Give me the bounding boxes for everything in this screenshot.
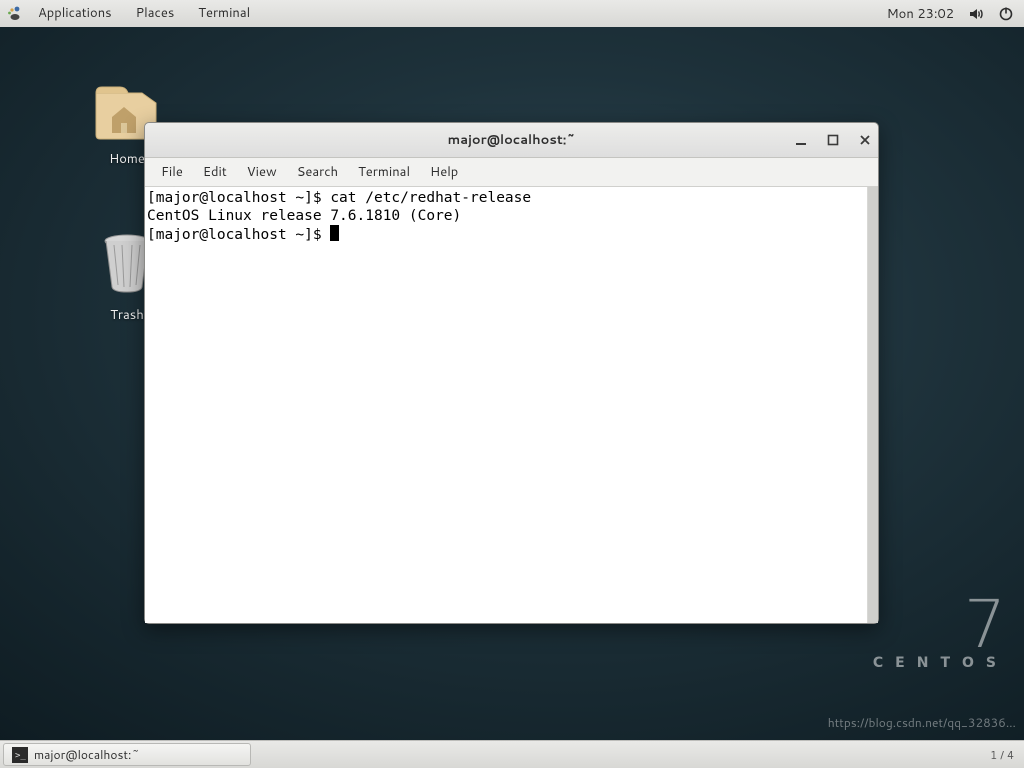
terminal-window: major@localhost:~ File Edit View Search … [144, 122, 879, 624]
terminal-scrollthumb[interactable] [868, 187, 878, 623]
menu-terminal[interactable]: Terminal [186, 0, 262, 27]
terminal-scrollbar[interactable] [867, 187, 878, 623]
clock-label[interactable]: Mon 23:02 [887, 5, 954, 23]
window-title: major@localhost:~ [448, 131, 576, 149]
menu-terminal[interactable]: Terminal [348, 158, 420, 186]
gnome-topbar: Applications Places Terminal Mon 23:02 [0, 0, 1024, 28]
workspace-indicator[interactable]: 1 / 4 [980, 747, 1024, 763]
menu-help[interactable]: Help [420, 158, 468, 186]
menu-view[interactable]: View [237, 158, 287, 186]
terminal-icon: >_ [12, 747, 28, 763]
volume-icon[interactable] [968, 6, 984, 22]
menu-search[interactable]: Search [287, 158, 348, 186]
menu-edit[interactable]: Edit [193, 158, 237, 186]
terminal-body[interactable]: [major@localhost ~]$ cat /etc/redhat-rel… [145, 187, 878, 623]
taskbar-app-terminal[interactable]: >_ major@localhost:~ [3, 743, 251, 766]
menu-file[interactable]: File [151, 158, 193, 186]
terminal-line: CentOS Linux release 7.6.1810 (Core) [147, 208, 461, 224]
gnome-taskbar: >_ major@localhost:~ 1 / 4 [0, 740, 1024, 768]
centos-brand: 7 CENTOS [873, 586, 1008, 671]
watermark-text: https://blog.csdn.net/qq_32836… [828, 714, 1016, 731]
window-close-button[interactable] [858, 133, 872, 147]
menu-applications[interactable]: Applications [26, 0, 124, 27]
window-minimize-button[interactable] [794, 133, 808, 147]
window-maximize-button[interactable] [826, 133, 840, 147]
terminal-menubar: File Edit View Search Terminal Help [145, 158, 878, 187]
gnome-logo-icon [6, 6, 22, 22]
centos-name: CENTOS [873, 655, 1008, 671]
menu-places[interactable]: Places [124, 0, 187, 27]
power-icon[interactable] [998, 6, 1014, 22]
centos-version: 7 [873, 586, 1008, 663]
terminal-cursor [330, 225, 339, 241]
terminal-line: [major@localhost ~]$ [147, 227, 330, 243]
terminal-line: [major@localhost ~]$ cat /etc/redhat-rel… [147, 190, 531, 206]
window-titlebar[interactable]: major@localhost:~ [145, 123, 878, 158]
taskbar-app-label: major@localhost:~ [34, 746, 140, 763]
desktop[interactable]: Home Trash 7 CENTOS https://blog.csdn.ne… [0, 27, 1024, 741]
svg-text:>_: >_ [15, 751, 26, 761]
